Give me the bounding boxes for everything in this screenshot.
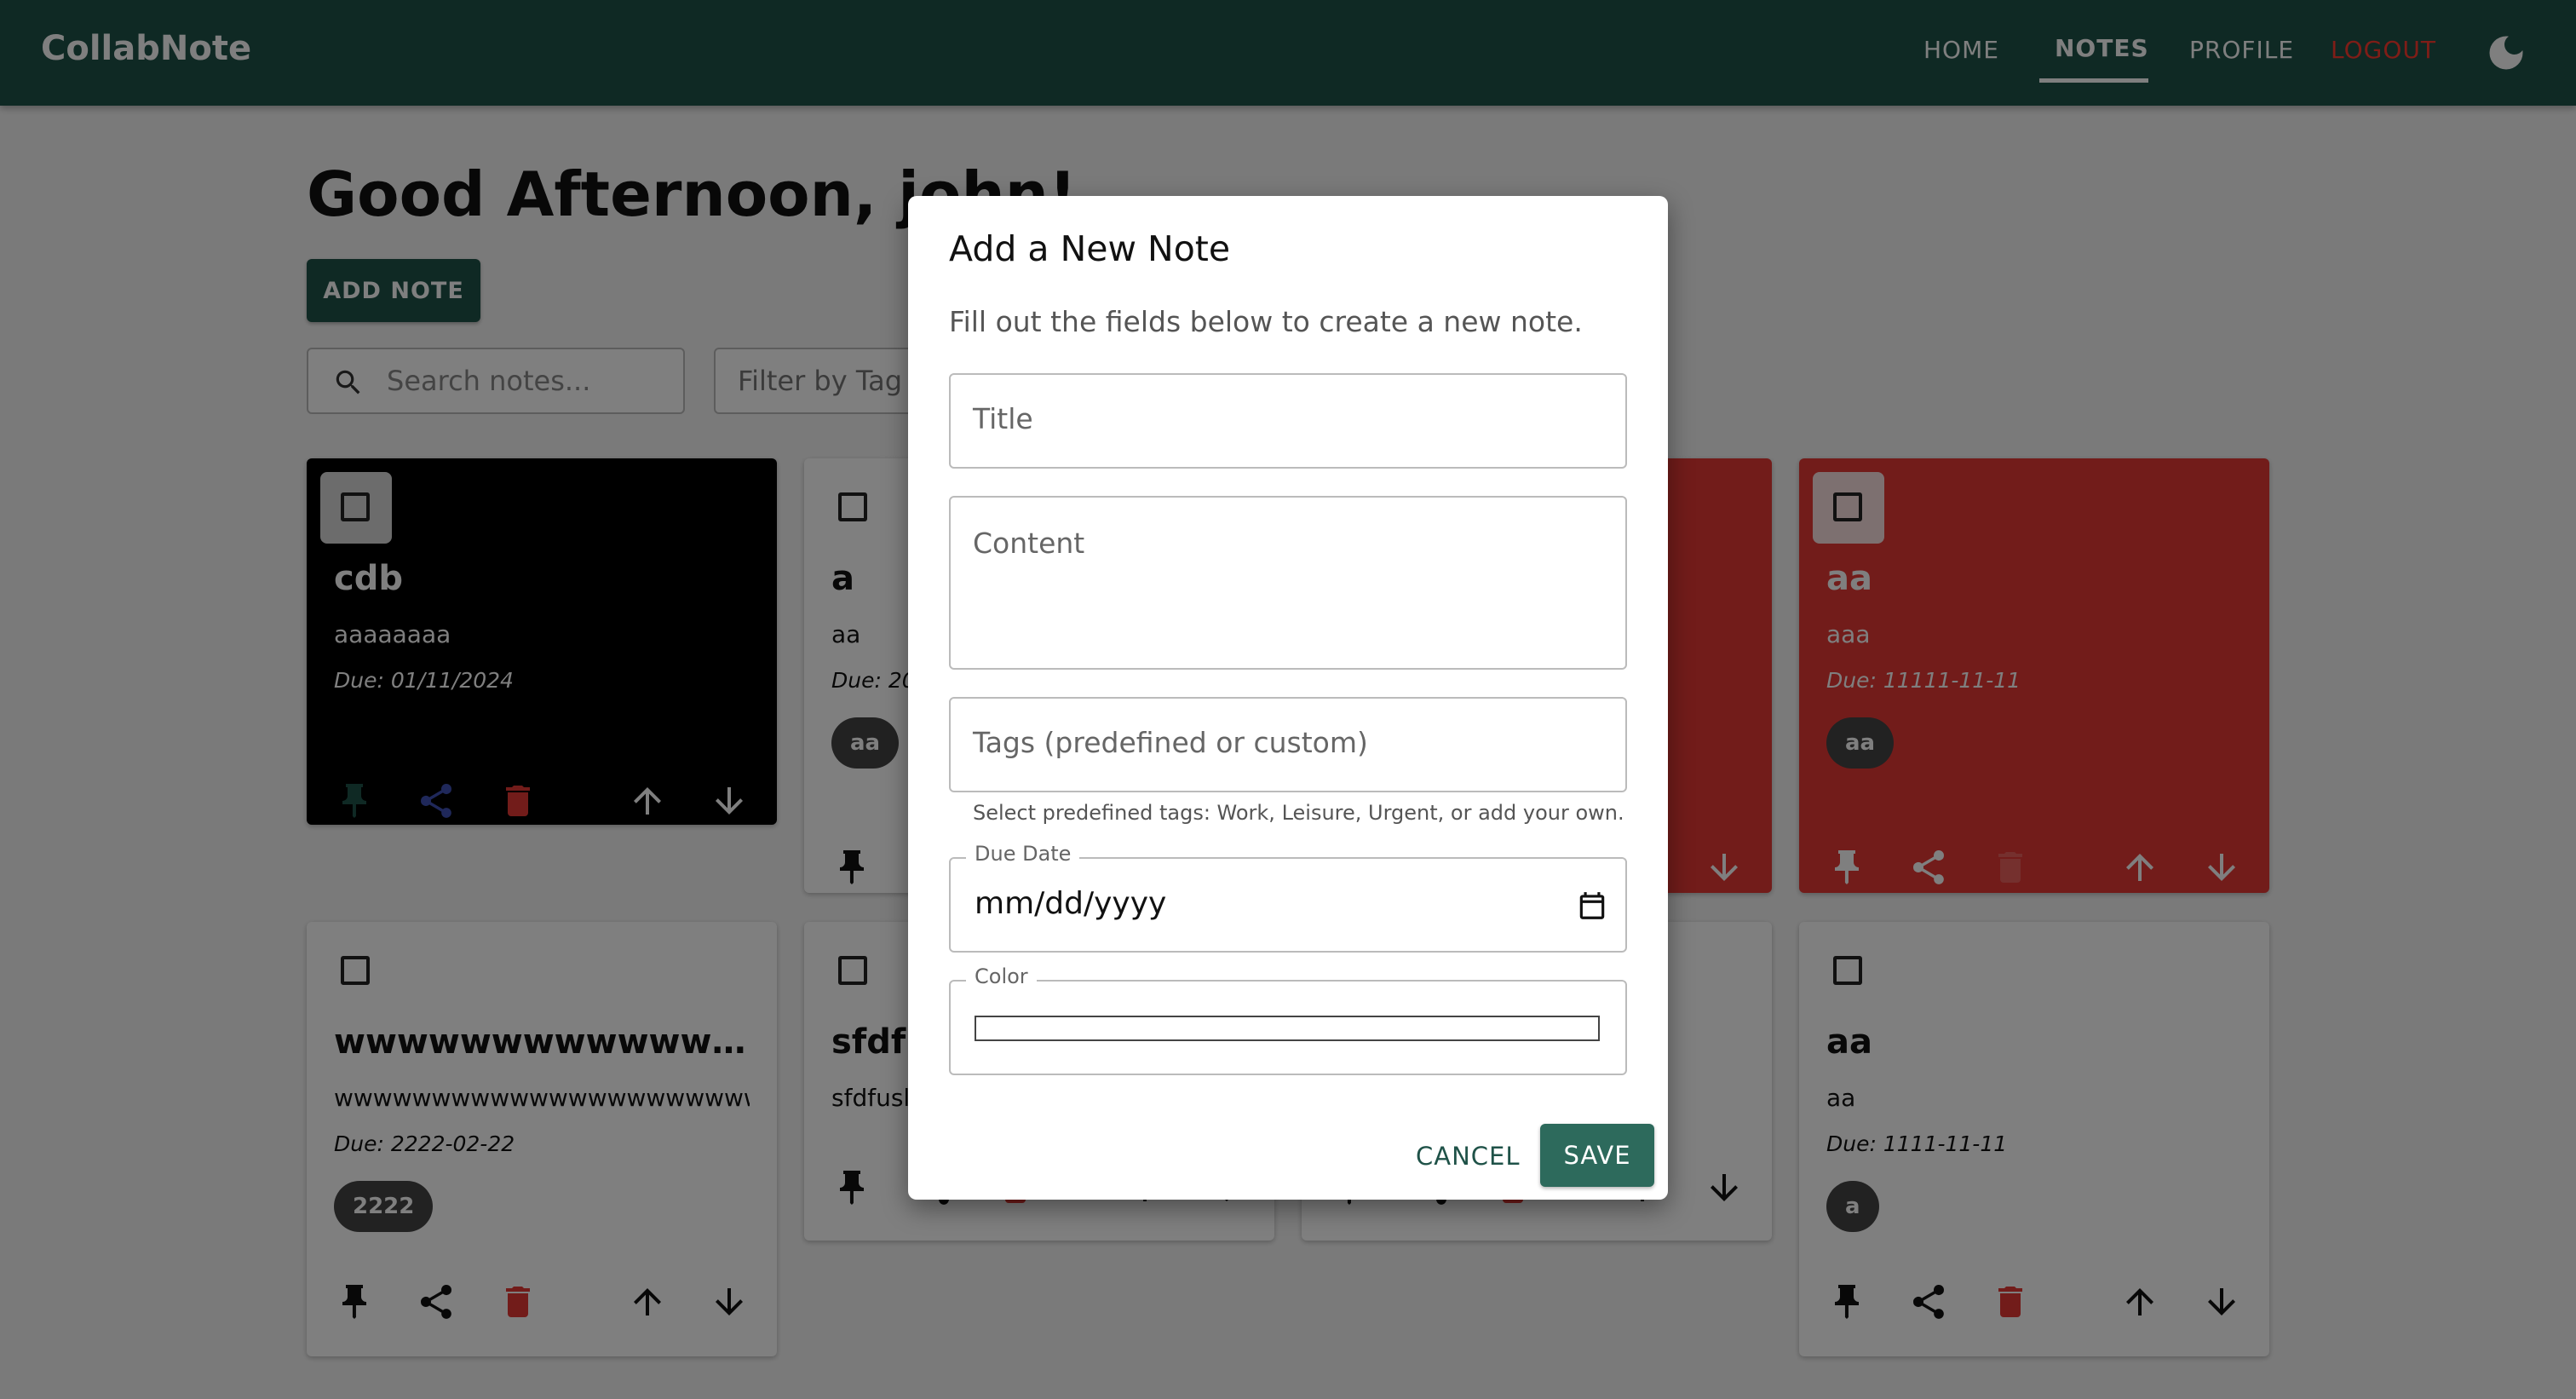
dialog-description: Fill out the fields below to create a ne… <box>949 305 1583 338</box>
due-date-label: Due Date <box>966 842 1080 866</box>
cancel-button[interactable]: CANCEL <box>1416 1142 1521 1171</box>
tags-placeholder: Tags (predefined or custom) <box>973 726 1368 759</box>
content-placeholder: Content <box>973 527 1085 560</box>
content-field[interactable]: Content <box>949 496 1627 670</box>
tags-helper-text: Select predefined tags: Work, Leisure, U… <box>973 801 1624 825</box>
tags-field[interactable]: Tags (predefined or custom) <box>949 697 1627 792</box>
color-label: Color <box>966 964 1037 988</box>
color-field[interactable]: Color <box>949 964 1627 1075</box>
color-picker[interactable] <box>975 1016 1600 1041</box>
title-field[interactable]: Title <box>949 373 1627 469</box>
add-note-dialog: Add a New Note Fill out the fields below… <box>908 196 1668 1200</box>
dialog-title: Add a New Note <box>949 228 1231 269</box>
save-button[interactable]: SAVE <box>1540 1124 1654 1187</box>
due-date-field[interactable]: Due Date mm/dd/yyyy <box>949 842 1627 953</box>
calendar-icon[interactable] <box>1576 889 1608 922</box>
title-placeholder: Title <box>973 402 1033 435</box>
due-date-value: mm/dd/yyyy <box>975 886 1167 921</box>
